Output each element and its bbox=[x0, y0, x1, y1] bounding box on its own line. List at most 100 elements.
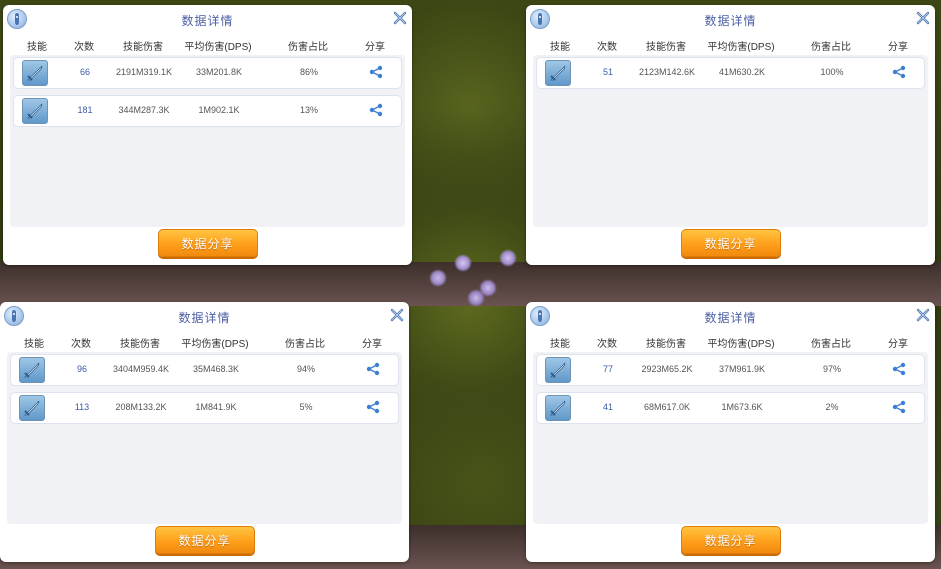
ratio-value: 97% bbox=[822, 364, 842, 374]
col-ratio: 伤害占比 bbox=[811, 339, 851, 350]
count-value: 77 bbox=[602, 364, 614, 374]
col-skill: 技能 bbox=[550, 339, 570, 350]
data-detail-panel: 数据详情 技能 次数 技能伤害 平均伤害(DPS) 伤害占比 分享 66 219… bbox=[3, 5, 412, 265]
dps-value: 41M630.2K bbox=[718, 67, 766, 77]
close-icon[interactable] bbox=[915, 10, 931, 26]
damage-value: 208M133.2K bbox=[115, 402, 167, 412]
col-count: 次数 bbox=[597, 42, 617, 53]
table-row: 113 208M133.2K 1M841.9K 5% bbox=[10, 392, 399, 424]
panel-header: 数据详情 bbox=[526, 302, 935, 330]
damage-value: 344M287.3K bbox=[118, 105, 170, 115]
column-header: 技能 次数 技能伤害 平均伤害(DPS) 伤害占比 分享 bbox=[526, 38, 935, 53]
col-count: 次数 bbox=[74, 42, 94, 53]
col-damage: 技能伤害 bbox=[120, 339, 160, 350]
dps-value: 33M201.8K bbox=[195, 67, 243, 77]
share-icon[interactable] bbox=[892, 65, 906, 79]
col-ratio: 伤害占比 bbox=[811, 42, 851, 53]
ratio-value: 2% bbox=[825, 402, 839, 412]
panel-title: 数据详情 bbox=[181, 14, 234, 28]
close-icon[interactable] bbox=[392, 10, 408, 26]
col-ratio: 伤害占比 bbox=[288, 42, 328, 53]
dps-value: 1M673.6K bbox=[721, 402, 763, 412]
column-header: 技能 次数 技能伤害 平均伤害(DPS) 伤害占比 分享 bbox=[3, 38, 412, 53]
col-damage: 技能伤害 bbox=[123, 42, 163, 53]
background-flowers bbox=[418, 238, 523, 308]
col-count: 次数 bbox=[597, 339, 617, 350]
col-dps: 平均伤害(DPS) bbox=[707, 339, 775, 350]
ratio-value: 94% bbox=[296, 364, 316, 374]
share-icon[interactable] bbox=[892, 400, 906, 414]
col-dps: 平均伤害(DPS) bbox=[184, 42, 252, 53]
count-value: 96 bbox=[76, 364, 88, 374]
data-table: 96 3404M959.4K 35M468.3K 94% 113 208M133… bbox=[7, 352, 402, 524]
ratio-value: 100% bbox=[820, 67, 844, 77]
close-icon[interactable] bbox=[389, 307, 405, 323]
column-header: 技能 次数 技能伤害 平均伤害(DPS) 伤害占比 分享 bbox=[0, 335, 409, 350]
data-share-button[interactable]: 数据分享 bbox=[680, 229, 781, 257]
col-skill: 技能 bbox=[24, 339, 44, 350]
panel-header: 数据详情 bbox=[0, 302, 409, 330]
col-share: 分享 bbox=[888, 339, 908, 350]
count-value: 51 bbox=[602, 67, 614, 77]
skill-sword-icon bbox=[545, 60, 571, 86]
count-value: 181 bbox=[77, 105, 93, 115]
data-detail-panel: 数据详情 技能 次数 技能伤害 平均伤害(DPS) 伤害占比 分享 51 212… bbox=[526, 5, 935, 265]
col-share: 分享 bbox=[362, 339, 382, 350]
ratio-value: 13% bbox=[299, 105, 319, 115]
data-table: 77 2923M65.2K 37M961.9K 97% 41 68M617.0K… bbox=[533, 352, 928, 524]
table-row: 77 2923M65.2K 37M961.9K 97% bbox=[536, 354, 925, 386]
col-share: 分享 bbox=[888, 42, 908, 53]
skill-sword-icon bbox=[545, 395, 571, 421]
col-ratio: 伤害占比 bbox=[285, 339, 325, 350]
dps-value: 35M468.3K bbox=[192, 364, 240, 374]
table-row: 51 2123M142.6K 41M630.2K 100% bbox=[536, 57, 925, 89]
dps-value: 37M961.9K bbox=[718, 364, 766, 374]
count-value: 113 bbox=[74, 402, 90, 412]
skill-sword-icon bbox=[19, 357, 45, 383]
panel-title: 数据详情 bbox=[178, 311, 231, 325]
damage-value: 2123M142.6K bbox=[638, 67, 696, 77]
close-icon[interactable] bbox=[915, 307, 931, 323]
col-share: 分享 bbox=[365, 42, 385, 53]
share-icon[interactable] bbox=[369, 65, 383, 79]
table-row: 66 2191M319.1K 33M201.8K 86% bbox=[13, 57, 402, 89]
data-share-button[interactable]: 数据分享 bbox=[680, 526, 781, 554]
col-damage: 技能伤害 bbox=[646, 42, 686, 53]
dps-value: 1M902.1K bbox=[198, 105, 240, 115]
damage-value: 2923M65.2K bbox=[641, 364, 693, 374]
damage-value: 68M617.0K bbox=[643, 402, 691, 412]
skill-sword-icon bbox=[545, 357, 571, 383]
data-detail-panel: 数据详情 技能 次数 技能伤害 平均伤害(DPS) 伤害占比 分享 77 292… bbox=[526, 302, 935, 562]
table-row: 96 3404M959.4K 35M468.3K 94% bbox=[10, 354, 399, 386]
panel-header: 数据详情 bbox=[3, 5, 412, 33]
col-dps: 平均伤害(DPS) bbox=[181, 339, 249, 350]
skill-sword-icon bbox=[22, 60, 48, 86]
share-icon[interactable] bbox=[892, 362, 906, 376]
data-table: 66 2191M319.1K 33M201.8K 86% 181 344M287… bbox=[10, 55, 405, 227]
count-value: 66 bbox=[79, 67, 91, 77]
data-share-button[interactable]: 数据分享 bbox=[154, 526, 255, 554]
skill-sword-icon bbox=[19, 395, 45, 421]
skill-sword-icon bbox=[22, 98, 48, 124]
ratio-value: 86% bbox=[299, 67, 319, 77]
col-skill: 技能 bbox=[27, 42, 47, 53]
table-row: 181 344M287.3K 1M902.1K 13% bbox=[13, 95, 402, 127]
share-icon[interactable] bbox=[366, 400, 380, 414]
ratio-value: 5% bbox=[299, 402, 313, 412]
col-damage: 技能伤害 bbox=[646, 339, 686, 350]
damage-value: 3404M959.4K bbox=[112, 364, 170, 374]
panel-header: 数据详情 bbox=[526, 5, 935, 33]
col-skill: 技能 bbox=[550, 42, 570, 53]
data-detail-panel: 数据详情 技能 次数 技能伤害 平均伤害(DPS) 伤害占比 分享 96 340… bbox=[0, 302, 409, 562]
table-row: 41 68M617.0K 1M673.6K 2% bbox=[536, 392, 925, 424]
damage-value: 2191M319.1K bbox=[115, 67, 173, 77]
panel-title: 数据详情 bbox=[704, 311, 757, 325]
col-count: 次数 bbox=[71, 339, 91, 350]
col-dps: 平均伤害(DPS) bbox=[707, 42, 775, 53]
data-table: 51 2123M142.6K 41M630.2K 100% bbox=[533, 55, 928, 227]
data-share-button[interactable]: 数据分享 bbox=[157, 229, 258, 257]
panel-title: 数据详情 bbox=[704, 14, 757, 28]
share-icon[interactable] bbox=[366, 362, 380, 376]
dps-value: 1M841.9K bbox=[195, 402, 237, 412]
share-icon[interactable] bbox=[369, 103, 383, 117]
